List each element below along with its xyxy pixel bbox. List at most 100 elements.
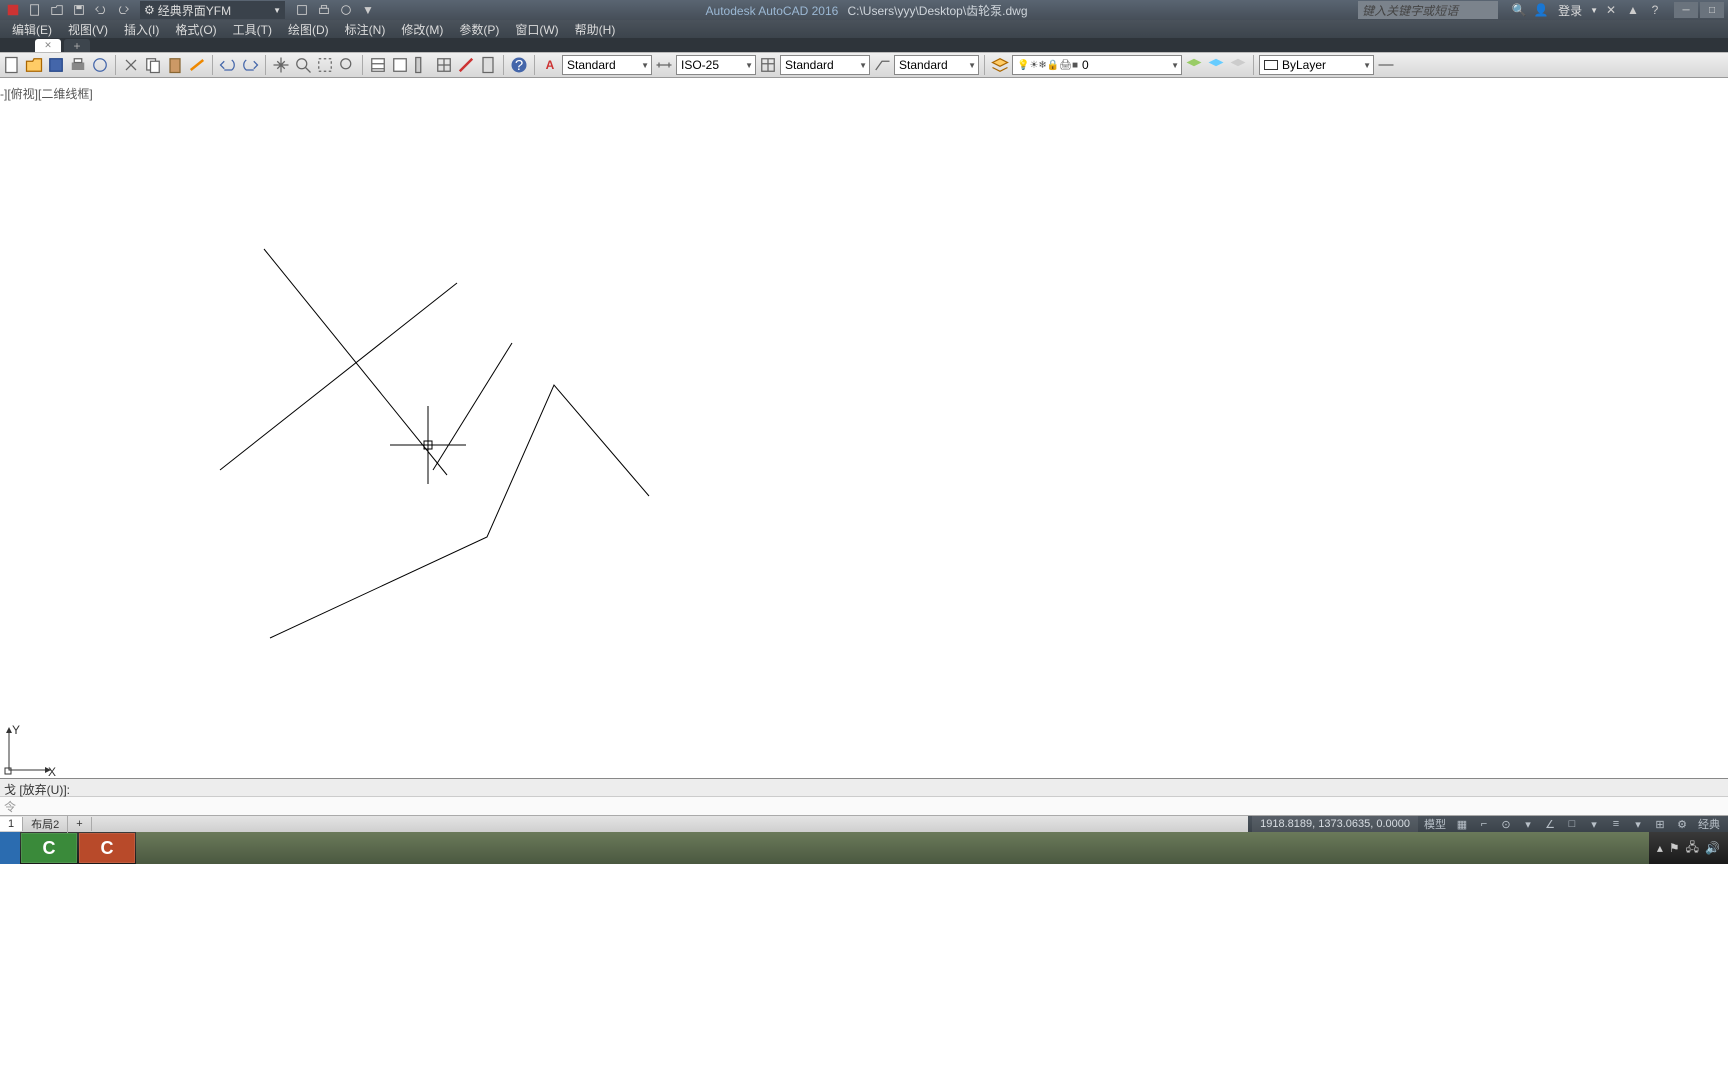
tab-model[interactable]: 1 (0, 817, 23, 831)
qat-redo-icon[interactable] (114, 2, 132, 18)
dim-style-dropdown[interactable]: ISO-25▼ (676, 55, 756, 75)
a360-icon[interactable]: ▲ (1624, 2, 1642, 18)
command-input[interactable]: 令 (0, 797, 1728, 815)
status-anno-icon[interactable]: ≡ (1606, 817, 1626, 832)
undo-icon[interactable] (218, 55, 238, 75)
menu-insert[interactable]: 插入(I) (116, 19, 167, 40)
tab-layout[interactable]: 布局2 (23, 815, 68, 833)
quickcalc-icon[interactable] (478, 55, 498, 75)
qat-new-icon[interactable] (26, 2, 44, 18)
menu-window[interactable]: 窗口(W) (507, 19, 566, 40)
tool-palettes-icon[interactable] (412, 55, 432, 75)
open-icon[interactable] (24, 55, 44, 75)
status-osnap-icon[interactable]: ∠ (1540, 817, 1560, 832)
qat-extra2-icon[interactable] (337, 2, 355, 18)
signin-icon[interactable]: 👤 (1532, 2, 1550, 18)
maximize-button[interactable]: □ (1700, 2, 1724, 18)
plot-preview-icon[interactable] (90, 55, 110, 75)
status-grid-icon[interactable]: ▦ (1452, 817, 1472, 832)
mleader-style-icon[interactable] (872, 55, 892, 75)
doc-tab-add[interactable]: + (64, 39, 90, 52)
menu-parametric[interactable]: 参数(P) (451, 19, 507, 40)
qat-print-icon[interactable] (315, 2, 333, 18)
tray-up-icon[interactable]: ▴ (1657, 841, 1663, 855)
status-ortho-icon[interactable]: ⊙ (1496, 817, 1516, 832)
qat-dropdown-icon[interactable]: ▼ (359, 2, 377, 18)
qat-extra1-icon[interactable] (293, 2, 311, 18)
layer-manager-icon[interactable] (990, 55, 1010, 75)
mleader-style-dropdown[interactable]: Standard▼ (894, 55, 979, 75)
qat-open-icon[interactable] (48, 2, 66, 18)
exchange-icon[interactable]: ✕ (1602, 2, 1620, 18)
taskbar-app-1[interactable]: C (21, 833, 77, 863)
menu-tools[interactable]: 工具(T) (225, 19, 280, 40)
command-window[interactable]: 戈 [放弃(U)]: 令 (0, 778, 1728, 815)
text-style-dropdown[interactable]: Standard▼ (562, 55, 652, 75)
menu-dimension[interactable]: 标注(N) (337, 19, 394, 40)
signin-label[interactable]: 登录 (1554, 2, 1586, 19)
coordinates-display[interactable]: 1918.8189, 1373.0635, 0.0000 (1252, 816, 1418, 832)
doc-tab-close-icon[interactable]: ✕ (35, 39, 61, 52)
layer-prev-icon[interactable] (1184, 55, 1204, 75)
status-ws-icon[interactable]: ⊞ (1650, 817, 1670, 832)
sheet-set-icon[interactable] (390, 55, 410, 75)
redo-icon[interactable] (240, 55, 260, 75)
start-button[interactable] (0, 832, 20, 864)
linetype-extra-icon[interactable] (1376, 55, 1396, 75)
new-icon[interactable] (2, 55, 22, 75)
document-tabs: ✕ + (0, 38, 1728, 52)
match-icon[interactable] (187, 55, 207, 75)
workspace-selector[interactable]: ⚙ 经典界面YFM ▼ (140, 1, 285, 19)
menu-draw[interactable]: 绘图(D) (280, 19, 337, 40)
help-toolbar-icon[interactable]: ? (509, 55, 529, 75)
status-workspace-label[interactable]: 经典 (1694, 817, 1724, 832)
table-style-icon[interactable] (758, 55, 778, 75)
status-gear-icon[interactable]: ⚙ (1672, 817, 1692, 832)
taskbar-app-2[interactable]: C (79, 833, 135, 863)
zoom-realtime-icon[interactable] (293, 55, 313, 75)
copy-icon[interactable] (143, 55, 163, 75)
drawing-canvas[interactable]: -][俯视][二维线框] Y X (0, 78, 1728, 778)
status-otrack-icon[interactable]: □ (1562, 817, 1582, 832)
app-menu-button[interactable] (4, 2, 22, 18)
menu-help[interactable]: 帮助(H) (567, 19, 624, 40)
cut-icon[interactable] (121, 55, 141, 75)
zoom-window-icon[interactable] (315, 55, 335, 75)
paste-icon[interactable] (165, 55, 185, 75)
menu-format[interactable]: 格式(O) (167, 19, 224, 40)
qat-undo-icon[interactable] (92, 2, 110, 18)
search-icon[interactable]: 🔍 (1510, 2, 1528, 18)
status-polar-icon[interactable]: ▾ (1518, 817, 1538, 832)
tray-network-icon[interactable]: 🖧 (1686, 838, 1699, 859)
status-model-button[interactable]: 模型 (1420, 817, 1450, 832)
qat-save-icon[interactable] (70, 2, 88, 18)
status-snap-icon[interactable]: ⌐ (1474, 817, 1494, 832)
layer-name: 0 (1082, 58, 1089, 72)
properties-icon[interactable] (368, 55, 388, 75)
save-icon[interactable] (46, 55, 66, 75)
print-icon[interactable] (68, 55, 88, 75)
layer-dropdown[interactable]: 💡☀❄🔒🖨■ 0 ▼ (1012, 55, 1182, 75)
dim-style-icon[interactable] (654, 55, 674, 75)
help-icon[interactable]: ? (1646, 2, 1664, 18)
design-center-icon[interactable] (434, 55, 454, 75)
tab-add-layout[interactable]: + (68, 817, 91, 831)
tray-volume-icon[interactable]: 🔊 (1705, 841, 1720, 855)
status-anno2-icon[interactable]: ▾ (1628, 817, 1648, 832)
layer-state-icon[interactable] (1206, 55, 1226, 75)
minimize-button[interactable]: ─ (1674, 2, 1698, 18)
system-tray[interactable]: ▴ ⚑ 🖧 🔊 (1649, 832, 1728, 864)
menu-modify[interactable]: 修改(M) (393, 19, 451, 40)
status-lwt-icon[interactable]: ▾ (1584, 817, 1604, 832)
markup-icon[interactable] (456, 55, 476, 75)
pan-icon[interactable] (271, 55, 291, 75)
help-search-input[interactable]: 键入关键字或短语 (1358, 1, 1498, 19)
linetype-dropdown[interactable]: ByLayer ▼ (1259, 55, 1374, 75)
tray-flag-icon[interactable]: ⚑ (1669, 841, 1680, 855)
table-style-dropdown[interactable]: Standard▼ (780, 55, 870, 75)
zoom-previous-icon[interactable] (337, 55, 357, 75)
layer-iso-icon[interactable] (1228, 55, 1248, 75)
text-style-icon[interactable]: A (540, 55, 560, 75)
menu-view[interactable]: 视图(V) (60, 19, 116, 40)
menu-edit[interactable]: 编辑(E) (4, 19, 60, 40)
